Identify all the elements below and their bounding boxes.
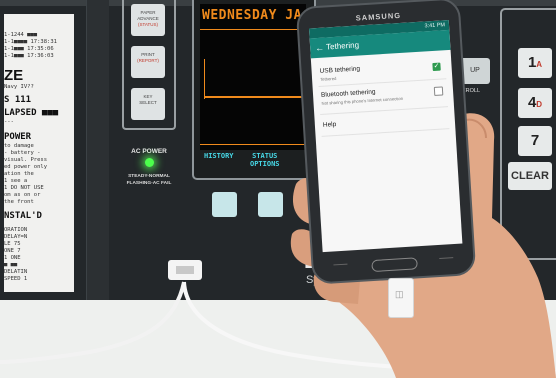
cable-left — [0, 281, 186, 364]
checkbox-checked-icon[interactable]: ✓ — [432, 62, 441, 72]
arrow-left-icon[interactable]: ← — [315, 38, 325, 59]
setting-usb-tethering[interactable]: USB tethering Tethered — [319, 65, 360, 81]
checkbox-unchecked-icon[interactable] — [433, 86, 444, 96]
phone-back-key[interactable] — [333, 263, 348, 271]
setting-help[interactable]: Help — [323, 121, 337, 129]
setting-title: Help — [322, 121, 337, 129]
setting-bluetooth-tethering[interactable]: Bluetooth tethering Not sharing this pho… — [321, 85, 430, 106]
setting-subtitle: Tethered — [319, 75, 337, 82]
usb-plug: ◫ — [388, 278, 414, 318]
phone-menu-key[interactable] — [439, 257, 454, 264]
divider — [320, 106, 449, 115]
divider — [321, 128, 450, 137]
photo-scene: 1-1244 ■■■ 1-1■■■■ 17:38:31 1-1■■■ 17:35… — [0, 0, 556, 378]
usb-icon: ◫ — [395, 289, 404, 299]
phone-home-button[interactable] — [371, 257, 418, 273]
phone-screen: 3:41 PM ← Tethering USB tethering Tether… — [308, 19, 463, 253]
app-title: Tethering — [325, 40, 360, 52]
samsung-phone: SAMSUNG 3:41 PM ← Tethering USB tetherin… — [295, 0, 477, 285]
setting-title: USB tethering — [319, 65, 361, 75]
